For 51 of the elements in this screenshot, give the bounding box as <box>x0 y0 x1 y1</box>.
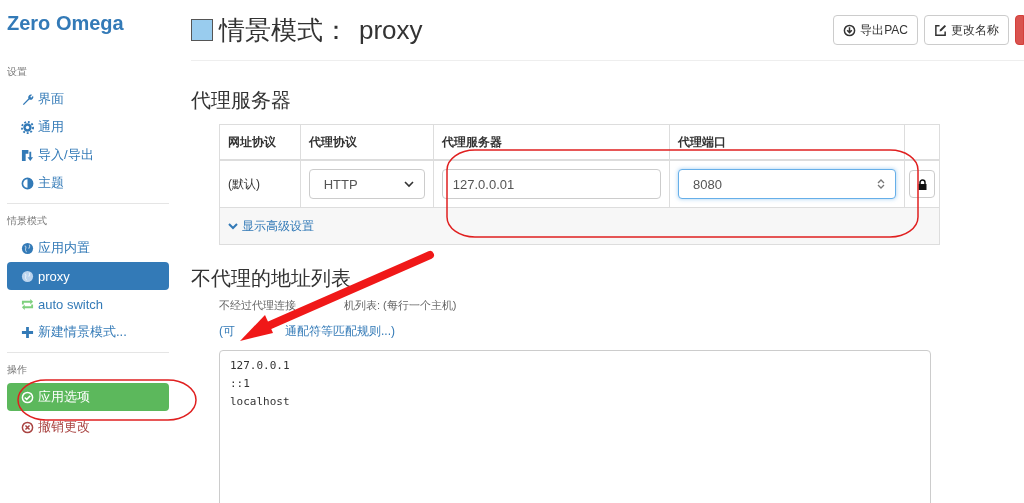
table-cell: (默认) <box>219 160 301 208</box>
caret-icon <box>403 180 414 188</box>
lock-icon <box>917 178 927 190</box>
profile-name: proxy <box>359 14 423 46</box>
sidebar-item[interactable]: 新建情景模式... <box>7 318 169 346</box>
delete-button[interactable] <box>1015 15 1024 45</box>
import-export-icon <box>21 148 34 162</box>
help-text: 机列表: (每行一个主机) <box>344 298 457 313</box>
help-text: 不经过代理连接 <box>219 298 296 313</box>
section-title: 代理服务器 <box>191 88 292 113</box>
sidebar-item[interactable]: auto switch <box>7 290 169 318</box>
header-button[interactable]: 导出PAC <box>833 15 918 45</box>
globe-icon <box>21 241 34 255</box>
plus-icon <box>21 325 34 339</box>
page-title: 情景模式： <box>219 13 349 47</box>
cancel-icon <box>21 420 34 434</box>
column-header: 代理协议 <box>300 124 434 160</box>
section-heading: 设置 <box>7 65 28 79</box>
section-heading: 操作 <box>7 363 28 377</box>
port-input[interactable]: 8080 <box>678 169 896 199</box>
chevron-down-icon <box>228 222 238 230</box>
sidebar-item[interactable]: 通用 <box>7 113 169 141</box>
server-input[interactable]: 127.0.0.01 <box>441 169 662 199</box>
section-title: 不代理的地址列表 <box>191 266 352 291</box>
advanced-settings-link[interactable]: 显示高级设置 <box>228 217 314 235</box>
settings-icon <box>21 120 34 134</box>
sidebar-item[interactable]: 导入/导出 <box>7 141 169 169</box>
bypass-list-field[interactable]: 127.0.0.1 ::1 localhost <box>219 350 931 503</box>
wrench-icon <box>21 92 34 106</box>
section-heading: 情景模式 <box>7 214 48 228</box>
sidebar-item[interactable]: 应用内置 <box>7 234 169 262</box>
globe-icon <box>21 269 34 283</box>
pattern-rules-link[interactable]: 通配符等匹配规则...) <box>285 323 395 340</box>
sidebar-item[interactable]: proxy <box>7 262 169 290</box>
protocol-select[interactable]: HTTP <box>308 169 425 199</box>
edit-icon <box>934 23 947 37</box>
pattern-rules-link[interactable]: (可 <box>219 323 235 340</box>
download-icon <box>843 23 857 37</box>
discard-link[interactable]: 撤销更改 <box>7 413 169 441</box>
column-header: 代理服务器 <box>433 124 670 160</box>
sidebar-item[interactable]: 界面 <box>7 85 169 113</box>
header-button[interactable]: 更改名称 <box>924 15 1009 45</box>
sidebar-item[interactable]: 主题 <box>7 169 169 197</box>
switch-icon <box>21 297 34 311</box>
spinner-icon <box>877 178 885 190</box>
lock-button[interactable] <box>909 170 935 198</box>
column-header: 网址协议 <box>219 124 301 160</box>
app-title: Zero Omega <box>7 12 125 35</box>
column-header: 代理端口 <box>669 124 905 160</box>
check-icon <box>21 390 34 404</box>
contrast-icon <box>21 176 34 190</box>
